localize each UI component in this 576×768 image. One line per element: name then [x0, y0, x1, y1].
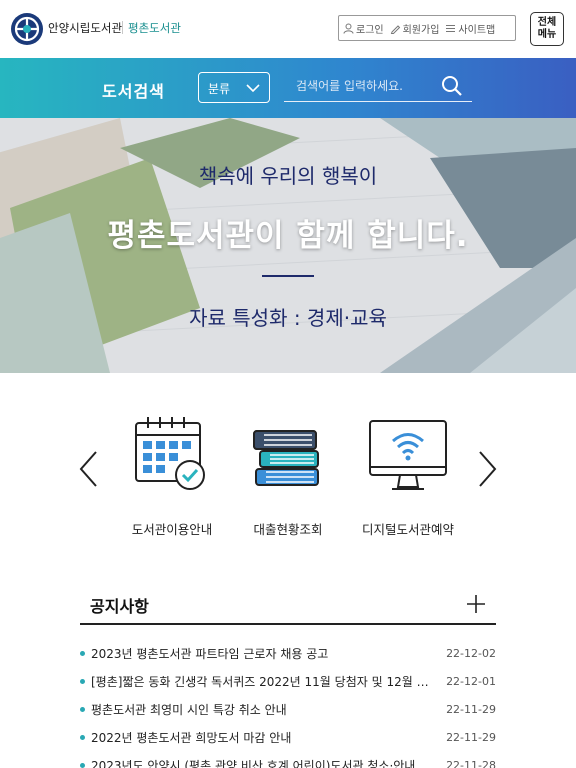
notice-list: 2023년 평촌도서관 파트타임 근로자 채용 공고 22-12-02 [평촌]…	[80, 625, 496, 768]
login-link[interactable]: 로그인	[343, 21, 384, 36]
all-menu-label-1: 전체	[537, 17, 557, 28]
notice-text[interactable]: [평촌]짧은 동화 긴생각 독서퀴즈 2022년 11월 당첨자 및 12월 문…	[91, 673, 436, 690]
user-icon	[343, 23, 354, 34]
sitemap-link[interactable]: 사이트맵	[445, 21, 495, 36]
branch-name[interactable]: 평촌도서관	[128, 20, 181, 36]
library-logo-icon[interactable]	[10, 12, 44, 46]
category-select[interactable]: 분류	[198, 72, 270, 103]
bullet-icon	[80, 734, 85, 740]
quick-item-label: 디지털도서관예약	[361, 522, 454, 537]
quick-item-label: 대출현황조회	[253, 522, 323, 537]
notice-text[interactable]: 평촌도서관 최영미 시인 특강 취소 안내	[91, 701, 436, 718]
quick-item-loan-status[interactable]: 대출현황조회	[228, 413, 348, 538]
notice-header: 공지사항	[80, 585, 496, 625]
notice-item[interactable]: 2022년 평촌도서관 희망도서 마감 안내 22-11-29	[80, 723, 496, 751]
search-title: 도서검색	[102, 82, 165, 101]
bullet-icon	[80, 762, 85, 768]
notice-item[interactable]: 평촌도서관 최영미 시인 특강 취소 안내 22-11-29	[80, 695, 496, 723]
hero-tagline: 책속에 우리의 행복이	[198, 164, 378, 188]
notice-item[interactable]: 2023년도 안양시 (평촌,관양,비산,호계,어린이)도서관 청소·안내 용역…	[80, 751, 496, 768]
notice-item[interactable]: [평촌]짧은 동화 긴생각 독서퀴즈 2022년 11월 당첨자 및 12월 문…	[80, 667, 496, 695]
notice-title: 공지사항	[90, 597, 149, 616]
brand-divider	[122, 21, 123, 34]
notice-board: 공지사항 2023년 평촌도서관 파트타임 근로자 채용 공고 22-12-02…	[80, 585, 496, 768]
list-icon	[446, 24, 456, 32]
notice-text[interactable]: 2022년 평촌도서관 희망도서 마감 안내	[91, 729, 436, 746]
hero-specialization: 자료 특성화 : 경제·교육	[189, 306, 387, 330]
notice-date: 22-12-01	[446, 674, 496, 688]
pencil-icon	[390, 24, 400, 34]
chevron-right-icon[interactable]	[474, 449, 500, 489]
sitemap-label: 사이트맵	[458, 24, 496, 36]
chevron-down-icon	[246, 84, 260, 93]
hero-headline: 평촌도서관이 함께 합니다.	[107, 218, 469, 254]
notice-text[interactable]: 2023년 평촌도서관 파트타임 근로자 채용 공고	[91, 645, 436, 662]
notice-date: 22-11-29	[446, 730, 496, 744]
monitor-wifi-icon	[369, 420, 447, 490]
join-label: 회원가입	[402, 24, 440, 36]
quick-menu: 도서관이용안내 대출현황조회 디지털도서관예약	[0, 373, 576, 573]
quick-item-label: 도서관이용안내	[131, 522, 213, 537]
bullet-icon	[80, 706, 85, 712]
plus-icon[interactable]	[466, 594, 486, 614]
quick-item-library-guide[interactable]: 도서관이용안내	[112, 413, 232, 538]
chevron-left-icon[interactable]	[76, 449, 102, 489]
calendar-icon	[135, 417, 205, 490]
notice-date: 22-11-28	[446, 758, 496, 768]
utility-menu: 로그인 회원가입 사이트맵	[338, 15, 516, 41]
hero-banner: 책속에 우리의 행복이 평촌도서관이 함께 합니다. 자료 특성화 : 경제·교…	[0, 118, 576, 373]
notice-text[interactable]: 2023년도 안양시 (평촌,관양,비산,호계,어린이)도서관 청소·안내 용역…	[91, 757, 436, 768]
all-menu-button[interactable]: 전체 메뉴	[530, 12, 564, 46]
brand-name[interactable]: 안양시립도서관	[48, 20, 122, 36]
bullet-icon	[80, 650, 85, 656]
all-menu-label-2: 메뉴	[537, 29, 557, 40]
join-link[interactable]: 회원가입	[390, 21, 440, 36]
site-header: 안양시립도서관 평촌도서관 로그인 회원가입 사이트맵 전체 메뉴	[0, 0, 576, 58]
notice-date: 22-12-02	[446, 646, 496, 660]
notice-item[interactable]: 2023년 평촌도서관 파트타임 근로자 채용 공고 22-12-02	[80, 639, 496, 667]
login-label: 로그인	[356, 24, 384, 36]
bullet-icon	[80, 678, 85, 684]
quick-item-digital-library[interactable]: 디지털도서관예약	[348, 413, 468, 538]
books-icon	[253, 430, 319, 486]
hero-divider	[262, 275, 314, 277]
book-search-bar: 도서검색 분류	[0, 58, 576, 118]
search-icon[interactable]	[440, 74, 464, 98]
notice-date: 22-11-29	[446, 702, 496, 716]
category-selected-value: 분류	[208, 82, 231, 96]
